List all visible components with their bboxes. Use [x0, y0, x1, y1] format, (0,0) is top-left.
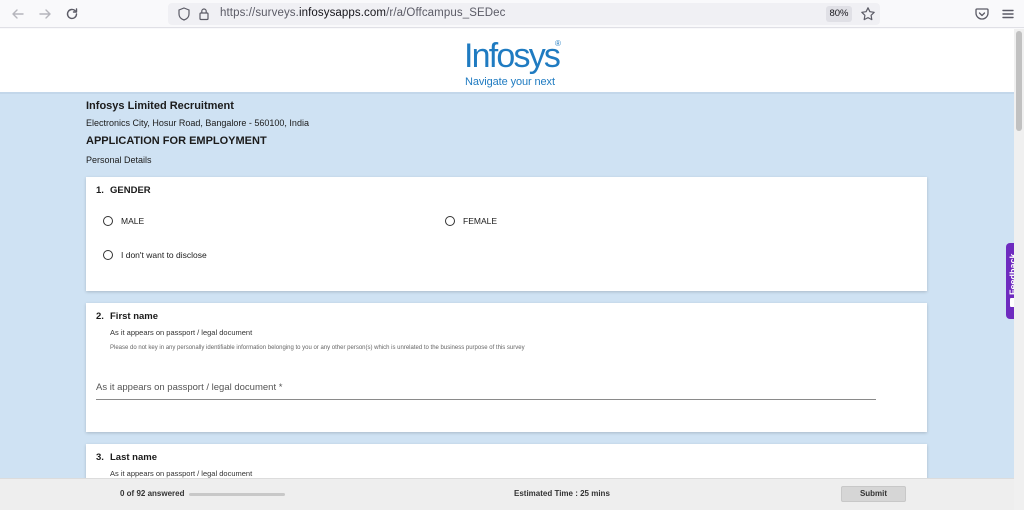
- question-label: First name: [110, 311, 159, 322]
- question-number: 1.: [96, 185, 104, 196]
- menu-icon[interactable]: [999, 5, 1017, 23]
- zoom-level-badge[interactable]: 80%: [826, 6, 852, 22]
- radio-option-female[interactable]: FEMALE: [445, 216, 497, 226]
- organization-name: Infosys Limited Recruitment: [86, 100, 234, 112]
- pocket-icon[interactable]: [973, 5, 991, 23]
- scrollbar-thumb[interactable]: [1016, 31, 1022, 131]
- url-bar[interactable]: https://surveys.infosysapps.com/r/a/Offc…: [168, 3, 880, 25]
- survey-footer: 0 of 92 answered Estimated Time : 25 min…: [0, 478, 1014, 510]
- privacy-note: Please do not key in any personally iden…: [110, 345, 525, 351]
- question-number: 3.: [96, 452, 104, 463]
- brand-header: Infosys ® Navigate your next: [0, 29, 1014, 94]
- shield-icon[interactable]: [176, 6, 192, 22]
- registered-mark: ®: [555, 39, 561, 48]
- submit-button[interactable]: Submit: [841, 486, 906, 502]
- forward-arrow-icon[interactable]: [36, 5, 54, 23]
- question-title: 1. GENDER: [96, 185, 151, 196]
- estimated-time: Estimated Time : 25 mins: [514, 489, 610, 498]
- logo-tagline: Navigate your next: [465, 76, 555, 88]
- radio-option-male[interactable]: MALE: [103, 216, 144, 226]
- organization-address: Electronics City, Hosur Road, Bangalore …: [86, 118, 309, 128]
- radio-label[interactable]: I don't want to disclose: [121, 250, 207, 260]
- radio-label[interactable]: MALE: [121, 216, 144, 226]
- infosys-logo: Infosys ® Navigate your next: [464, 37, 574, 91]
- radio-option-no-disclose[interactable]: I don't want to disclose: [103, 250, 207, 260]
- bookmark-star-icon[interactable]: [860, 6, 876, 22]
- radio-button[interactable]: [103, 216, 113, 226]
- question-title: 2. First name: [96, 311, 158, 322]
- question-subtitle: As it appears on passport / legal docume…: [110, 469, 253, 478]
- progress-bar: [189, 493, 285, 496]
- question-card-first-name: 2. First name As it appears on passport /…: [86, 303, 927, 432]
- browser-toolbar: https://surveys.infosysapps.com/r/a/Offc…: [0, 0, 1024, 28]
- url-text[interactable]: https://surveys.infosysapps.com/r/a/Offc…: [220, 7, 506, 19]
- page-scrollbar[interactable]: [1014, 29, 1024, 510]
- page-viewport: Infosys ® Navigate your next Infosys Lim…: [0, 29, 1024, 510]
- first-name-input[interactable]: [96, 376, 876, 400]
- question-label: Last name: [110, 452, 157, 463]
- progress-count: 0 of 92 answered: [120, 489, 185, 498]
- question-card-gender: 1. GENDER MALE FEMALE I don't want to dis…: [86, 177, 927, 291]
- section-title: Personal Details: [86, 155, 152, 165]
- radio-label[interactable]: FEMALE: [463, 216, 497, 226]
- page-title: APPLICATION FOR EMPLOYMENT: [86, 135, 267, 147]
- radio-button[interactable]: [103, 250, 113, 260]
- question-label: GENDER: [110, 185, 151, 196]
- question-number: 2.: [96, 311, 104, 322]
- radio-button[interactable]: [445, 216, 455, 226]
- lock-icon[interactable]: [196, 6, 212, 22]
- question-title: 3. Last name: [96, 452, 157, 463]
- question-subtitle: As it appears on passport / legal docume…: [110, 328, 253, 337]
- back-arrow-icon[interactable]: [9, 5, 27, 23]
- reload-icon[interactable]: [63, 5, 81, 23]
- logo-wordmark: Infosys: [464, 37, 561, 75]
